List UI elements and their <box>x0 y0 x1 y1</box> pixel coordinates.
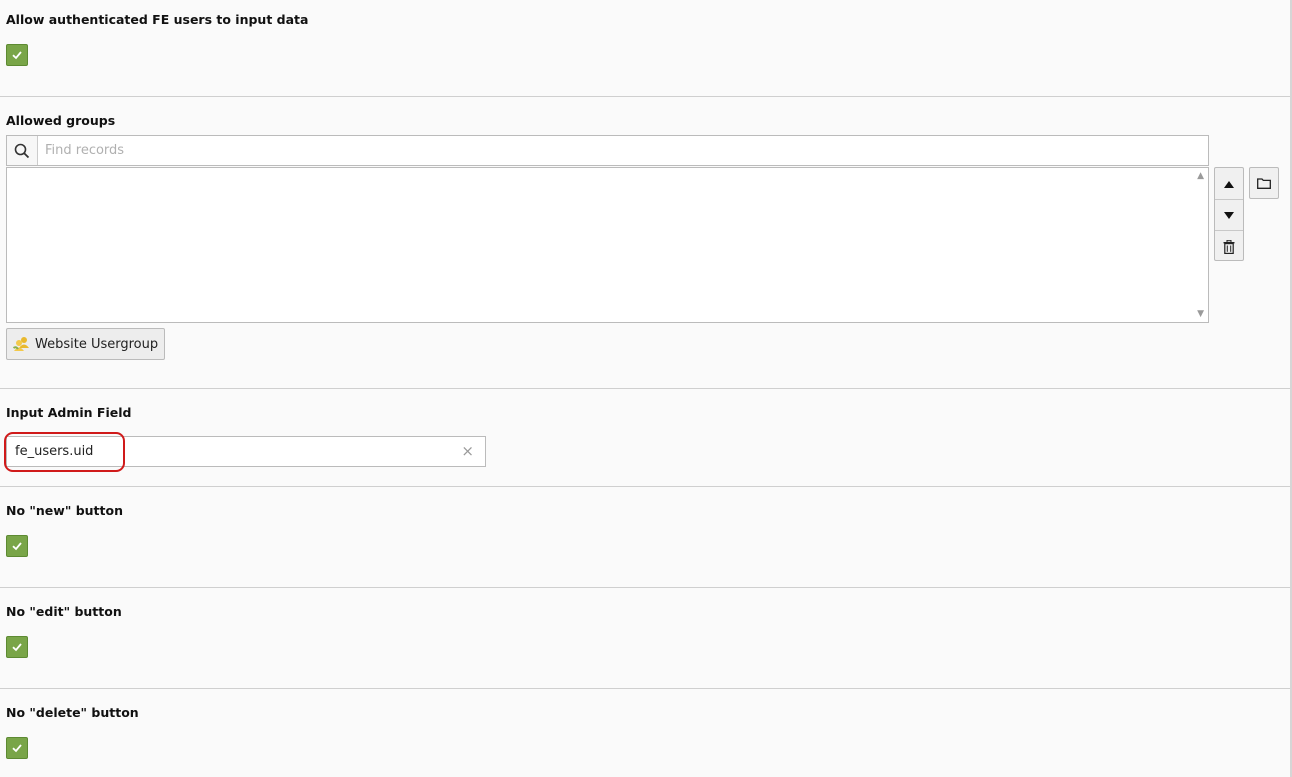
section-no-edit-button: No "edit" button <box>0 588 1290 689</box>
website-usergroup-label: Website Usergroup <box>35 336 159 352</box>
website-usergroup-button[interactable]: Website Usergroup <box>6 328 166 360</box>
usergroup-icon <box>13 337 29 351</box>
section-no-delete-button: No "delete" button <box>0 689 1290 777</box>
find-records-field <box>6 135 1209 166</box>
list-controls <box>1214 167 1244 261</box>
clear-icon[interactable]: × <box>461 442 474 460</box>
trash-icon <box>1223 239 1235 254</box>
scroll-up-icon[interactable]: ▲ <box>1197 171 1204 181</box>
selected-groups-list[interactable]: ▲ ▼ <box>6 167 1209 323</box>
check-icon <box>12 542 22 551</box>
highlight-outline <box>4 432 125 472</box>
check-icon <box>12 51 22 60</box>
no-edit-button-checkbox[interactable] <box>6 636 28 658</box>
arrow-up-icon <box>1224 180 1234 188</box>
section-no-new-button: No "new" button <box>0 487 1290 588</box>
browse-records-button[interactable] <box>1249 167 1279 199</box>
folder-icon <box>1257 178 1271 189</box>
section-allow-fe-users: Allow authenticated FE users to input da… <box>0 0 1290 97</box>
allowed-groups-label: Allowed groups <box>6 113 116 128</box>
input-admin-field-label: Input Admin Field <box>6 405 132 420</box>
find-records-input[interactable] <box>43 142 1197 159</box>
arrow-down-icon <box>1224 211 1234 219</box>
no-new-button-checkbox[interactable] <box>6 535 28 557</box>
no-delete-button-checkbox[interactable] <box>6 737 28 759</box>
check-icon <box>12 643 22 652</box>
no-new-button-label: No "new" button <box>6 503 123 518</box>
no-edit-button-label: No "edit" button <box>6 604 122 619</box>
delete-item-button[interactable] <box>1215 230 1243 262</box>
allow-fe-users-checkbox[interactable] <box>6 44 28 66</box>
search-icon <box>7 136 38 165</box>
no-delete-button-label: No "delete" button <box>6 705 139 720</box>
scroll-down-icon[interactable]: ▼ <box>1197 309 1204 319</box>
allow-fe-users-label: Allow authenticated FE users to input da… <box>6 12 309 27</box>
check-icon <box>12 744 22 753</box>
move-down-button[interactable] <box>1215 199 1243 231</box>
move-up-button[interactable] <box>1215 168 1243 199</box>
